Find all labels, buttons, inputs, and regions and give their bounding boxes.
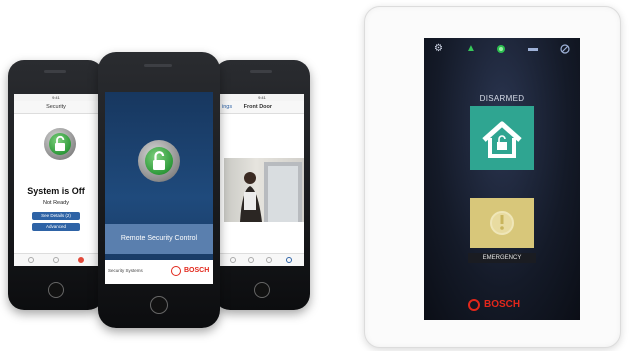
- house-unlock-icon: [482, 121, 522, 158]
- tab-icon[interactable]: [248, 257, 254, 263]
- bosch-logo-icon: [468, 299, 480, 311]
- status-bar: 9:41: [14, 94, 98, 101]
- tab-bar: [14, 253, 98, 266]
- advanced-button[interactable]: Advanced: [32, 223, 80, 231]
- phone-right-screen: 9:41 ings Front Door: [220, 94, 304, 266]
- emergency-icon: [490, 211, 514, 235]
- phone-center-screen: Remote Security Control Security Systems…: [105, 92, 213, 284]
- phone-left: 9:41 Security System is Off Not Ready Se…: [8, 60, 104, 310]
- warning-triangle-icon[interactable]: ▲: [466, 44, 476, 54]
- emergency-label: EMERGENCY: [468, 253, 536, 263]
- panel-screen: ⚙ ▲ ▬ DISARMED EMERGENCY BOSCH: [424, 38, 580, 320]
- phone-right: 9:41 ings Front Door: [214, 60, 310, 310]
- phone-center: Remote Security Control Security Systems…: [98, 52, 220, 328]
- nav-back-label[interactable]: ings: [222, 104, 232, 110]
- disarm-tile[interactable]: [470, 106, 534, 170]
- lock-icon: [49, 133, 71, 155]
- tab-alerts-icon[interactable]: [78, 257, 84, 263]
- system-status: System is Off: [27, 186, 85, 196]
- bosch-logo-icon: [171, 266, 181, 276]
- lock-button[interactable]: [44, 128, 76, 160]
- earpiece: [44, 70, 66, 73]
- home-button[interactable]: [150, 296, 168, 314]
- settings-icon[interactable]: ⚙: [434, 44, 443, 54]
- lock-button[interactable]: [138, 140, 180, 182]
- tab-security-icon[interactable]: [53, 257, 59, 263]
- lock-icon: [145, 147, 173, 175]
- arm-status-label: DISARMED: [479, 94, 525, 103]
- nav-title: Front Door: [243, 104, 273, 110]
- status-bar: 9:41: [220, 94, 304, 101]
- panel-brand: BOSCH: [468, 298, 548, 312]
- tab-bar: [220, 253, 304, 266]
- home-button[interactable]: [48, 282, 64, 298]
- ready-status: Not Ready: [43, 200, 69, 206]
- footer-label: Security Systems: [108, 268, 143, 273]
- nav-title: Security: [14, 101, 98, 114]
- phone-left-screen: 9:41 Security System is Off Not Ready Se…: [14, 94, 98, 266]
- tab-home-icon[interactable]: [28, 257, 34, 263]
- earpiece: [250, 70, 272, 73]
- no-service-icon[interactable]: [560, 44, 570, 57]
- nav-bar: ings Front Door: [220, 101, 304, 114]
- footer-bar: Security Systems BOSCH: [105, 260, 213, 284]
- tab-icon[interactable]: [286, 257, 292, 263]
- brand-label: BOSCH: [484, 299, 521, 310]
- tab-icon[interactable]: [266, 257, 272, 263]
- brand-label: BOSCH: [184, 267, 210, 274]
- app-title-banner: Remote Security Control: [105, 224, 213, 254]
- tab-icon[interactable]: [230, 257, 236, 263]
- earpiece: [144, 64, 172, 67]
- plug-icon[interactable]: ▬: [528, 44, 538, 54]
- see-details-button[interactable]: See Details (2): [32, 212, 80, 220]
- status-green-icon[interactable]: [496, 44, 506, 57]
- home-button[interactable]: [254, 282, 270, 298]
- camera-feed-image[interactable]: [224, 158, 304, 222]
- emergency-tile[interactable]: [470, 198, 534, 248]
